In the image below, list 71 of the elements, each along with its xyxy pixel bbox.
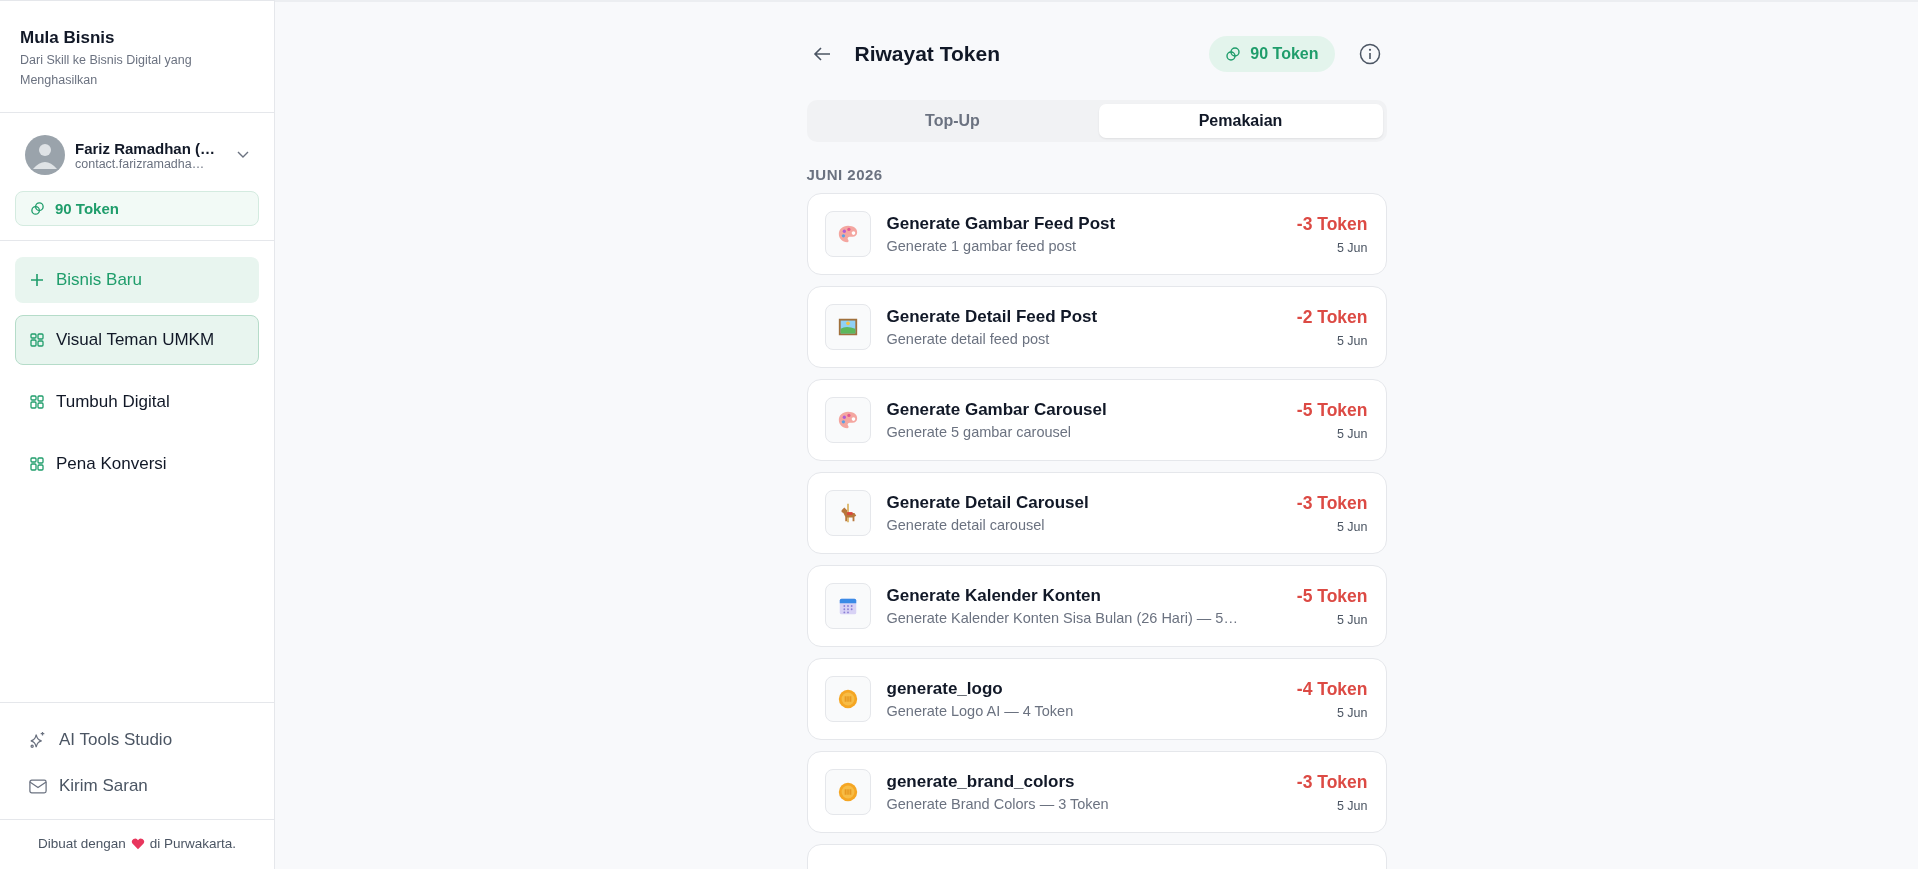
transaction-description: Generate 1 gambar feed post	[886, 238, 1077, 254]
transaction-description: Generate 5 gambar carousel	[886, 424, 1073, 440]
transaction-card[interactable]: Generate Gambar Carousel Generate 5 gambar carousel -5 Token 5 Jun	[806, 379, 1387, 461]
transaction-card[interactable]: generate_brand_colors Generate Brand Colors — 3 Token -3 Token 5 Jun	[806, 751, 1387, 833]
brand-title: Mula Bisnis	[20, 28, 116, 48]
transaction-date: 5 Jun	[1335, 426, 1368, 441]
token-amount: -3 Token	[1296, 771, 1368, 793]
transaction-card[interactable]: Generate Gambar Feed Post Generate 1 gambar feed post -3 Token 5 Jun	[806, 193, 1387, 275]
transaction-title: Generate Detail Feed Post	[886, 307, 1099, 327]
transaction-title: generate_brand_colors	[886, 772, 1076, 792]
brand-subtitle: Dari Skill ke Bisnis Digital yang Menghasilkan	[20, 52, 193, 89]
palette-icon	[836, 409, 859, 431]
transaction-title: Generate Kalender Konten	[886, 586, 1102, 606]
credit-text: Dibuat dengan	[37, 836, 126, 851]
transaction-title: Generate Gambar Feed Post	[886, 214, 1117, 234]
transaction-title: Generate Detail Carousel	[886, 493, 1090, 513]
transaction-description: Generate detail carousel	[886, 517, 1046, 533]
transaction-date: 5 Jun	[1335, 612, 1368, 627]
transaction-description: Generate detail feed post	[886, 331, 1051, 347]
month-heading: JUNI 2026	[806, 166, 884, 183]
plus-icon	[30, 273, 44, 287]
token-amount: -5 Token	[1296, 585, 1368, 607]
transaction-date: 5 Jun	[1335, 705, 1368, 720]
transaction-description: Generate Brand Colors — 3 Token	[886, 796, 1110, 812]
heart-icon	[130, 837, 145, 850]
coins-icon	[30, 201, 45, 216]
transaction-description: Generate Logo AI — 4 Token	[886, 703, 1075, 719]
transaction-card[interactable]: Generate Detail Carousel Generate detail carousel -3 Token 5 Jun	[806, 472, 1387, 554]
transaction-date: 5 Jun	[1335, 798, 1368, 813]
grid-icon	[30, 333, 44, 347]
transaction-date: 5 Jun	[1335, 333, 1368, 348]
sidebar-link[interactable]: Kirim Saran	[15, 765, 259, 807]
coin-icon	[836, 688, 859, 710]
grid-icon	[30, 457, 44, 471]
sidebar-item[interactable]: Visual Teman UMKM	[15, 315, 259, 365]
sparkles-icon	[29, 731, 47, 749]
transaction-card[interactable]: Generate Detail Feed Post Generate detail feed post -2 Token 5 Jun	[806, 286, 1387, 368]
transaction-title: Generate Gambar Carousel	[886, 400, 1108, 420]
sidebar-link[interactable]: AI Tools Studio	[15, 719, 259, 761]
token-amount: -3 Token	[1296, 213, 1368, 235]
token-amount: -5 Token	[1296, 399, 1368, 421]
transaction-card[interactable]: generate_logo Generate Logo AI — 4 Token -4 Token 5 Jun	[806, 658, 1387, 740]
token-amount: -2 Token	[1296, 306, 1368, 328]
sidebar-item[interactable]: Tumbuh Digital	[15, 377, 259, 427]
token-amount: -4 Token	[1296, 678, 1368, 700]
page-title: Riwayat Token	[854, 42, 1000, 66]
tab[interactable]: Top-Up	[810, 104, 1095, 138]
credit-text: di Purwakarta.	[149, 836, 237, 851]
tab[interactable]: Pemakaian	[1098, 104, 1383, 138]
grid-icon	[30, 395, 44, 409]
token-balance: 90 Token	[55, 200, 119, 217]
avatar-icon	[25, 135, 65, 175]
info-icon	[1358, 43, 1381, 65]
mail-icon	[29, 778, 47, 794]
transaction-description: Generate Kalender Konten Sisa Bulan (26 Hari) — 5…	[886, 610, 1239, 626]
user-menu[interactable]: Fariz Ramadhan (… contact.farizramadha…	[15, 129, 259, 181]
sidebar-item[interactable]: Pena Konversi	[15, 439, 259, 489]
chevron-down-icon	[237, 151, 249, 159]
landscape-picture-icon	[836, 316, 859, 338]
token-balance: 90 Token	[1250, 45, 1319, 63]
transaction-card[interactable]: Generate Kalender Konten Generate Kalender Konten Sisa Bulan (26 Hari) — 5… -5 Token 5 Jun	[806, 565, 1387, 647]
user-email: contact.farizramadha…	[75, 156, 205, 171]
transaction-title: generate_logo	[886, 679, 1004, 699]
transaction-date: 5 Jun	[1335, 519, 1368, 534]
palette-icon	[836, 223, 859, 245]
arrow-left-icon	[812, 46, 831, 62]
coin-icon	[836, 781, 859, 803]
user-name: Fariz Ramadhan (…	[75, 139, 217, 157]
transaction-date: 5 Jun	[1335, 240, 1368, 255]
coins-icon	[1225, 46, 1242, 62]
token-amount: -3 Token	[1296, 492, 1368, 514]
